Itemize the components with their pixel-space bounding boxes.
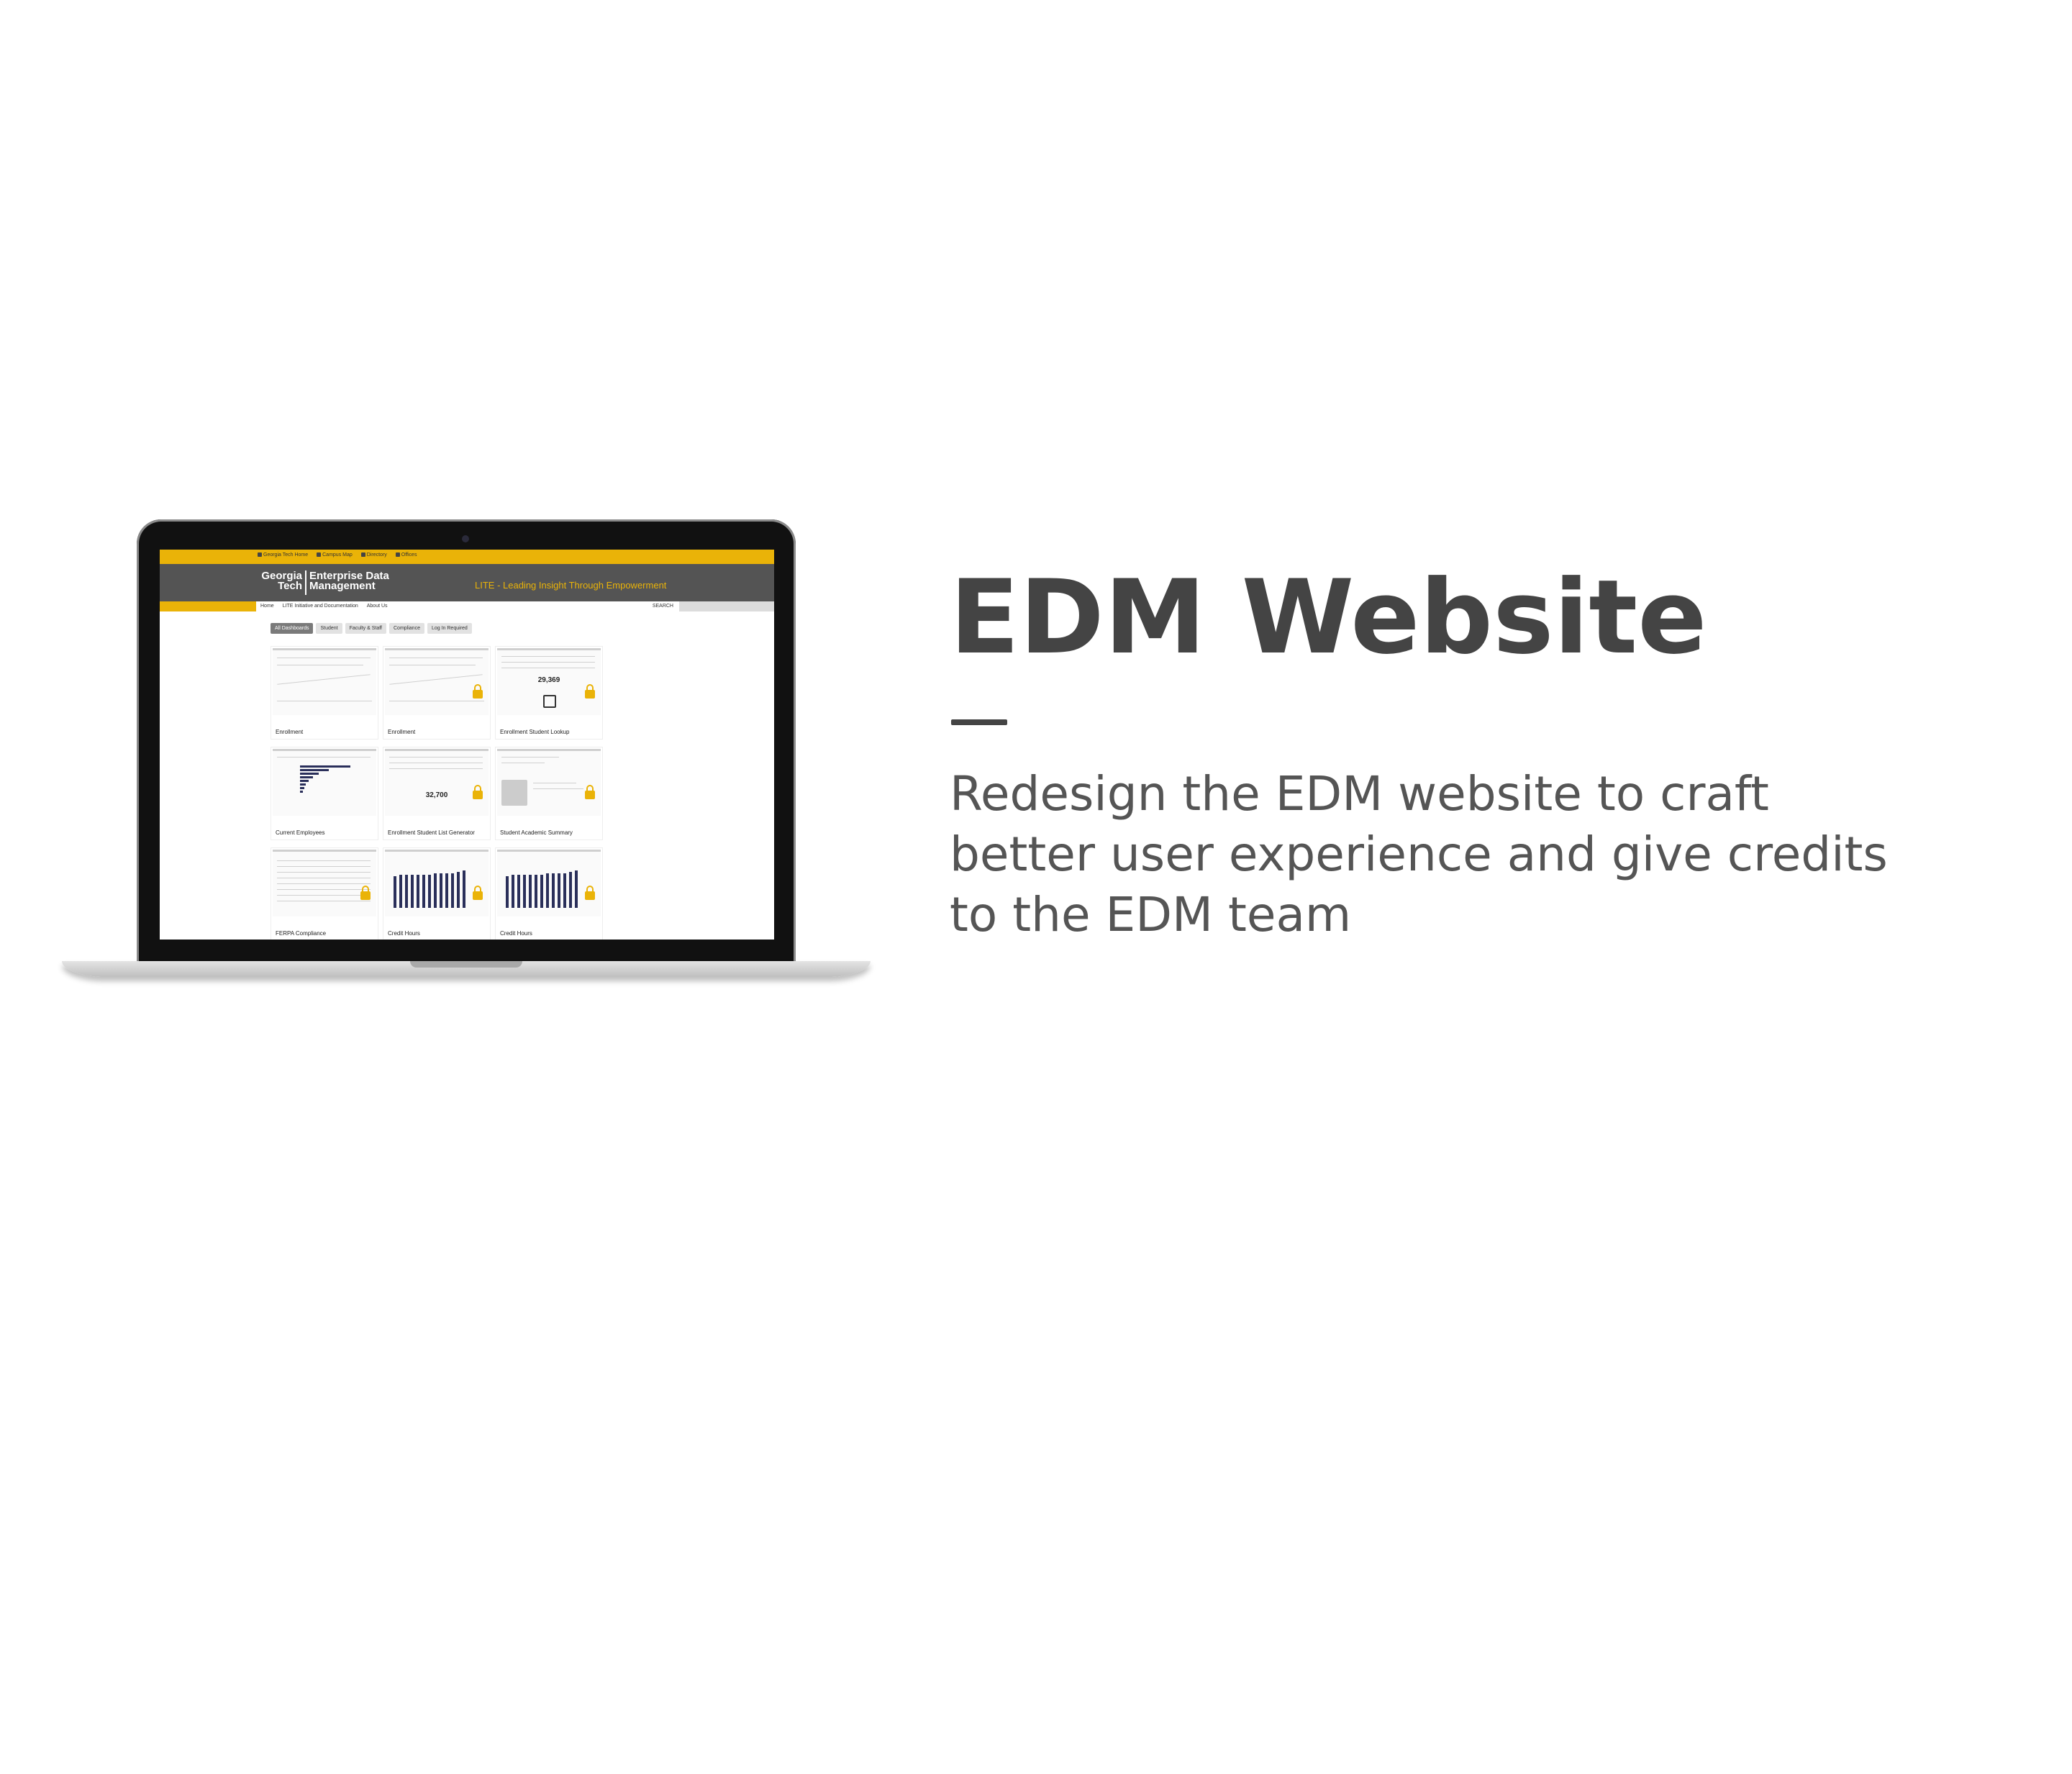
- avatar: [501, 780, 527, 806]
- laptop-screen: Georgia Tech Home Campus Map Directory O…: [160, 550, 774, 940]
- card-label: Enrollment: [388, 729, 416, 735]
- card-figure: 29,369: [537, 676, 560, 684]
- webcam-icon: [462, 535, 469, 542]
- dashboard-filter-tabs: All Dashboards Student Faculty & Staff C…: [271, 623, 472, 634]
- dashboard-thumbnail: [273, 648, 376, 715]
- person-icon: [360, 552, 365, 558]
- search-link[interactable]: SEARCH: [653, 604, 673, 609]
- lock-icon: [585, 684, 595, 699]
- utility-link-offices[interactable]: Offices: [395, 552, 417, 558]
- logo-edm[interactable]: Enterprise Data Management: [309, 570, 410, 591]
- card-label: FERPA Compliance: [276, 930, 327, 937]
- title-divider: [951, 719, 1007, 725]
- utility-link-map[interactable]: Campus Map: [317, 552, 353, 558]
- nav-about-us[interactable]: About Us: [367, 604, 388, 609]
- card-label: Credit Hours: [388, 930, 420, 937]
- laptop-notch: [410, 961, 522, 968]
- dashboard-card[interactable]: Credit Hours: [495, 847, 603, 940]
- description-line: Redesign the EDM website to craft: [950, 766, 1769, 822]
- dashboard-thumbnail: [385, 850, 489, 916]
- dashboard-card[interactable]: Credit Hours: [383, 847, 491, 940]
- map-pin-icon: [317, 552, 322, 558]
- dashboard-grid: Enrollment Enrollment 29,369 Enrollment …: [271, 646, 607, 940]
- card-label: Credit Hours: [500, 930, 532, 937]
- tab-log-in-required[interactable]: Log In Required: [427, 623, 472, 634]
- dashboard-card[interactable]: Current Employees: [271, 747, 378, 840]
- main-nav: Home LITE Initiative and Documentation A…: [256, 601, 679, 611]
- dashboard-card[interactable]: Enrollment: [383, 646, 491, 740]
- dashboard-thumbnail: [385, 648, 489, 715]
- utility-links: Georgia Tech Home Campus Map Directory O…: [258, 552, 417, 558]
- nav-accent-right: [679, 601, 774, 611]
- dashboard-thumbnail: [497, 850, 601, 916]
- lock-icon: [585, 886, 595, 900]
- utility-link-home[interactable]: Georgia Tech Home: [258, 552, 308, 558]
- card-label: Enrollment: [276, 729, 304, 735]
- tab-compliance[interactable]: Compliance: [389, 623, 424, 634]
- lock-icon: [360, 886, 371, 900]
- dashboard-card[interactable]: 32,700 Enrollment Student List Generator: [383, 747, 491, 840]
- description-line: to the EDM team: [950, 887, 1352, 942]
- dashboard-thumbnail: [273, 749, 376, 816]
- dashboard-card[interactable]: 29,369 Enrollment Student Lookup: [495, 646, 603, 740]
- card-label: Enrollment Student Lookup: [500, 729, 570, 735]
- logo-divider: [305, 570, 306, 595]
- card-label: Enrollment Student List Generator: [388, 829, 475, 836]
- utility-link-directory[interactable]: Directory: [360, 552, 387, 558]
- dashboard-thumbnail: [273, 850, 376, 916]
- dashboard-thumbnail: 29,369: [497, 648, 601, 715]
- nav-lite-initiative[interactable]: LITE Initiative and Documentation: [283, 604, 358, 609]
- card-label: Student Academic Summary: [500, 829, 573, 836]
- dashboard-card[interactable]: Student Academic Summary: [495, 747, 603, 840]
- nav-home[interactable]: Home: [260, 604, 274, 609]
- lookup-icon: [543, 695, 556, 708]
- card-label: Current Employees: [276, 829, 325, 836]
- tab-all-dashboards[interactable]: All Dashboards: [271, 623, 314, 634]
- dashboard-thumbnail: 32,700: [385, 749, 489, 816]
- lock-icon: [473, 886, 483, 900]
- description-line: better user experience and give credits: [950, 827, 1888, 882]
- nav-accent-left: [160, 601, 256, 611]
- project-description: Redesign the EDM website to craft better…: [950, 764, 1888, 945]
- home-icon: [258, 552, 262, 558]
- tab-student[interactable]: Student: [316, 623, 342, 634]
- tab-faculty-staff[interactable]: Faculty & Staff: [345, 623, 386, 634]
- page-title: EDM Website: [950, 558, 1707, 677]
- logo-georgia-tech[interactable]: Georgia Tech: [256, 570, 302, 591]
- dashboard-thumbnail: [497, 749, 601, 816]
- lock-icon: [473, 684, 483, 699]
- building-icon: [395, 552, 400, 558]
- lock-icon: [585, 785, 595, 799]
- utility-bar: [160, 550, 774, 564]
- site-header: [160, 564, 774, 601]
- dashboard-card[interactable]: FERPA Compliance: [271, 847, 378, 940]
- site-tagline: LITE - Leading Insight Through Empowerme…: [475, 580, 667, 591]
- dashboard-card[interactable]: Enrollment: [271, 646, 378, 740]
- lock-icon: [473, 785, 483, 799]
